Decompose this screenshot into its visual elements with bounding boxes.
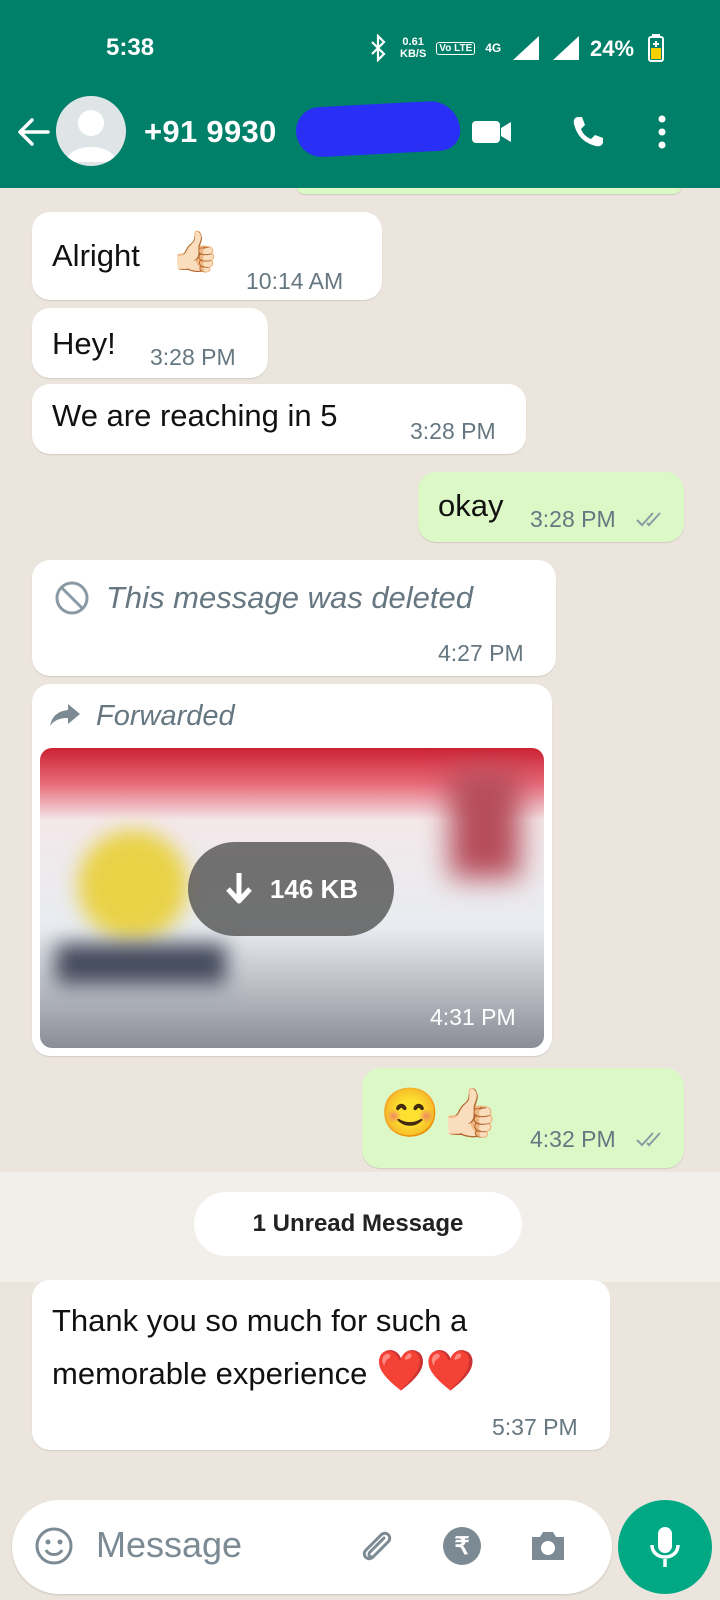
camera-button[interactable] bbox=[526, 1524, 570, 1568]
message-time: 4:27 PM bbox=[438, 640, 524, 666]
double-check-icon bbox=[636, 512, 661, 527]
forwarded-label: Forwarded bbox=[96, 700, 235, 732]
status-time: 5:38 bbox=[106, 34, 155, 61]
message-text: Alright bbox=[52, 238, 140, 273]
network-speed-unit: KB/S bbox=[400, 48, 427, 60]
media-blur-shape bbox=[56, 944, 226, 984]
voice-record-button[interactable] bbox=[618, 1500, 712, 1594]
thumbs-up-emoji: 👍🏻 bbox=[170, 230, 220, 274]
message-bubble-outgoing[interactable]: okay 3:28 PM bbox=[418, 472, 684, 542]
message-time: 4:32 PM bbox=[530, 1126, 616, 1152]
message-time: 4:31 PM bbox=[430, 1004, 516, 1030]
deleted-message-text: This message was deleted bbox=[106, 580, 474, 615]
signal-icon bbox=[513, 36, 540, 60]
voice-call-button[interactable] bbox=[566, 110, 610, 154]
camera-icon bbox=[532, 1532, 564, 1560]
video-camera-icon bbox=[472, 121, 511, 143]
more-options-button[interactable] bbox=[650, 110, 674, 154]
paperclip-icon bbox=[362, 1531, 392, 1561]
download-arrow-icon bbox=[226, 873, 252, 904]
prohibited-icon bbox=[55, 581, 89, 615]
hearts-emoji: ❤️❤️ bbox=[375, 1349, 476, 1393]
microphone-icon bbox=[650, 1527, 680, 1567]
emoji-button[interactable] bbox=[32, 1524, 76, 1568]
smiley-icon bbox=[35, 1527, 73, 1565]
signal-icon-2 bbox=[553, 36, 580, 60]
message-text: okay bbox=[438, 488, 504, 523]
message-bubble-incoming[interactable]: We are reaching in 5 3:28 PM bbox=[32, 384, 526, 454]
attach-button[interactable] bbox=[354, 1524, 398, 1568]
status-icons: 0.61 KB/S Vo LTE 4G bbox=[368, 30, 581, 66]
more-vert-icon bbox=[658, 115, 666, 149]
default-avatar-icon bbox=[66, 110, 116, 162]
media-blur-shape bbox=[450, 768, 520, 878]
download-button[interactable]: 146 KB bbox=[188, 842, 394, 936]
rupee-icon: ₹ bbox=[443, 1527, 481, 1565]
double-check-icon bbox=[636, 1132, 661, 1147]
payment-button[interactable]: ₹ bbox=[440, 1524, 484, 1568]
chat-area[interactable]: Alright 👍🏻 10:14 AM Hey! 3:28 PM We are … bbox=[0, 188, 720, 1500]
message-bubble-incoming[interactable]: Alright 👍🏻 10:14 AM bbox=[32, 212, 382, 300]
bluetooth-icon bbox=[371, 34, 386, 62]
message-bubble-outgoing[interactable]: 😊👍🏻 4:32 PM bbox=[362, 1068, 684, 1168]
video-call-button[interactable] bbox=[470, 110, 514, 154]
message-text: Thank you so much for such a memorable e… bbox=[52, 1296, 572, 1399]
message-input-bar[interactable]: Message ₹ bbox=[12, 1500, 612, 1594]
network-speed-value: 0.61 bbox=[402, 36, 424, 48]
message-time: 3:28 PM bbox=[530, 506, 616, 532]
file-size: 146 KB bbox=[269, 873, 359, 904]
phone-icon bbox=[573, 117, 603, 147]
message-text: We are reaching in 5 bbox=[52, 398, 338, 433]
forward-icon bbox=[50, 704, 80, 726]
unread-divider: 1 Unread Message bbox=[194, 1192, 522, 1256]
message-bubble-incoming[interactable]: Thank you so much for such a memorable e… bbox=[32, 1280, 610, 1450]
message-text: Hey! bbox=[52, 326, 116, 361]
message-bubble-outgoing-partial[interactable] bbox=[296, 188, 682, 194]
smile-thumbs-emoji: 😊👍🏻 bbox=[380, 1087, 500, 1140]
app-header: 5:38 0.61 KB/S Vo LTE 4G 24% +91 9930 bbox=[0, 0, 720, 188]
avatar[interactable] bbox=[56, 96, 126, 166]
network-type: 4G bbox=[485, 41, 502, 55]
contact-name[interactable]: +91 9930 bbox=[144, 114, 277, 150]
back-arrow-icon[interactable] bbox=[14, 112, 54, 152]
message-time: 3:28 PM bbox=[150, 344, 236, 370]
message-bubble-incoming[interactable]: Hey! 3:28 PM bbox=[32, 308, 268, 378]
redaction-mark bbox=[294, 99, 462, 159]
message-time: 5:37 PM bbox=[492, 1414, 578, 1440]
message-time: 10:14 AM bbox=[246, 268, 344, 294]
battery-icon bbox=[648, 34, 664, 62]
message-bubble-deleted[interactable]: This message was deleted 4:27 PM bbox=[32, 560, 556, 676]
message-input[interactable]: Message bbox=[96, 1524, 242, 1566]
media-blur-shape bbox=[78, 830, 188, 940]
battery-percent: 24% bbox=[590, 36, 635, 61]
network-speed: 0.61 KB/S bbox=[400, 36, 426, 60]
message-time: 3:28 PM bbox=[410, 418, 496, 444]
volte-badge: Vo LTE bbox=[436, 41, 476, 55]
